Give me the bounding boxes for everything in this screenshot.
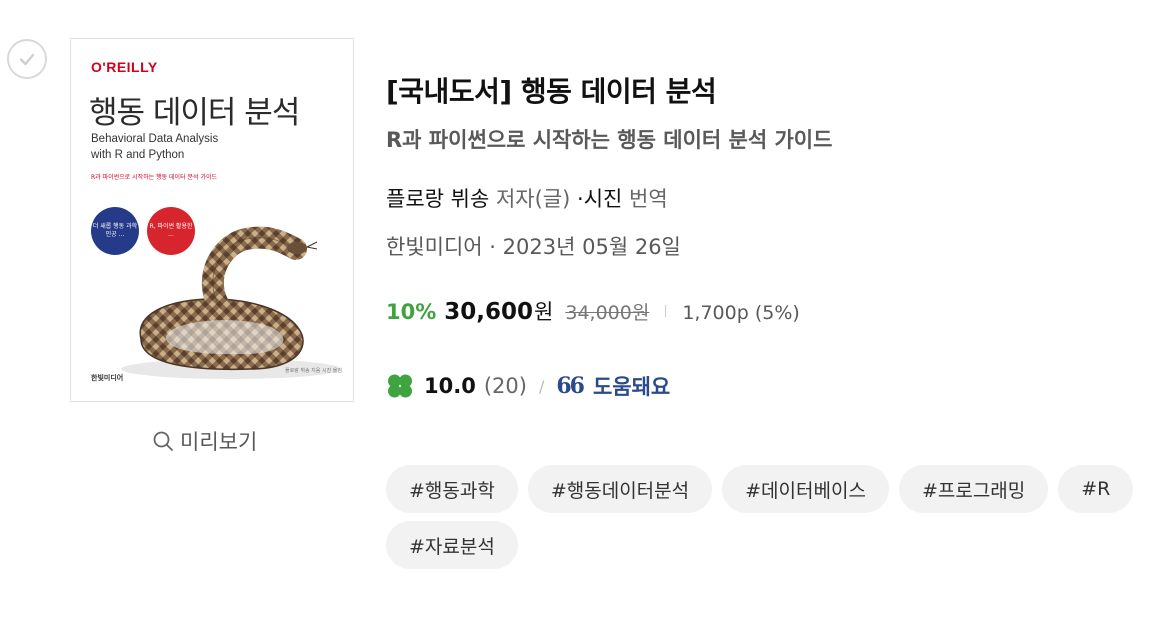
translator-link[interactable]: 시진	[584, 187, 623, 211]
price-line: 10% 30,600 원 34,000원 1,700p (5%)	[386, 296, 800, 326]
publication-separator: ·	[489, 235, 496, 259]
publication-info: 한빛미디어 · 2023년 05월 26일	[386, 231, 681, 261]
tag-chip[interactable]: #R	[1058, 465, 1134, 513]
cover-imprint: 한빛미디어	[91, 374, 124, 382]
tag-chip[interactable]: #자료분석	[386, 521, 518, 569]
translator-role: 번역	[629, 187, 668, 211]
rating-score: 10.0	[424, 374, 476, 398]
clover-icon	[388, 374, 412, 398]
cover-credit: 플로랑 뷔송 지음 시진 옮김	[285, 368, 342, 374]
check-icon	[19, 53, 35, 66]
price-unit: 원	[534, 300, 554, 324]
helpful-link[interactable]: 도움돼요	[593, 371, 670, 401]
snake-illustration	[121, 226, 341, 379]
search-icon	[153, 431, 173, 451]
rating-separator: /	[538, 376, 545, 396]
reward-points: 1,700p (5%)	[682, 302, 800, 324]
tag-chip[interactable]: #데이터베이스	[722, 465, 889, 513]
book-cover[interactable]: O'REILLY 행동 데이터 분석 Behavioral Data Analy…	[70, 38, 354, 402]
publication-date: 2023년 05월 26일	[502, 235, 681, 259]
book-subtitle: R과 파이썬으로 시작하는 행동 데이터 분석 가이드	[386, 128, 833, 152]
tag-chip[interactable]: #프로그래밍	[898, 465, 1049, 513]
preview-label: 미리보기	[180, 430, 258, 454]
review-count[interactable]: (20)	[484, 374, 527, 398]
select-checkbox[interactable]	[7, 39, 47, 79]
author-link[interactable]: 플로랑 뷔송	[386, 187, 489, 211]
tag-chip[interactable]: #행동과학	[386, 465, 518, 513]
tag-chip[interactable]: #행동데이터분석	[527, 465, 713, 513]
original-price: 34,000원	[565, 302, 650, 324]
book-title[interactable]: [국내도서] 행동 데이터 분석	[386, 70, 717, 110]
rating-line: 10.0 (20) / 66 도움돼요	[386, 371, 670, 401]
sale-price: 30,600	[444, 299, 534, 325]
quote-icon: 66	[556, 373, 585, 399]
author-role: 저자(글)	[495, 187, 571, 211]
preview-button[interactable]: 미리보기	[152, 426, 257, 456]
publisher-link[interactable]: 한빛미디어	[386, 235, 483, 259]
author-line: 플로랑 뷔송 저자(글) ·시진 번역	[386, 183, 668, 213]
tag-list: #행동과학 #행동데이터분석 #데이터베이스 #프로그래밍 #R #자료분석	[386, 465, 1176, 569]
translator-separator: ·	[577, 187, 584, 211]
discount-rate: 10%	[386, 300, 437, 324]
price-divider	[665, 305, 667, 317]
